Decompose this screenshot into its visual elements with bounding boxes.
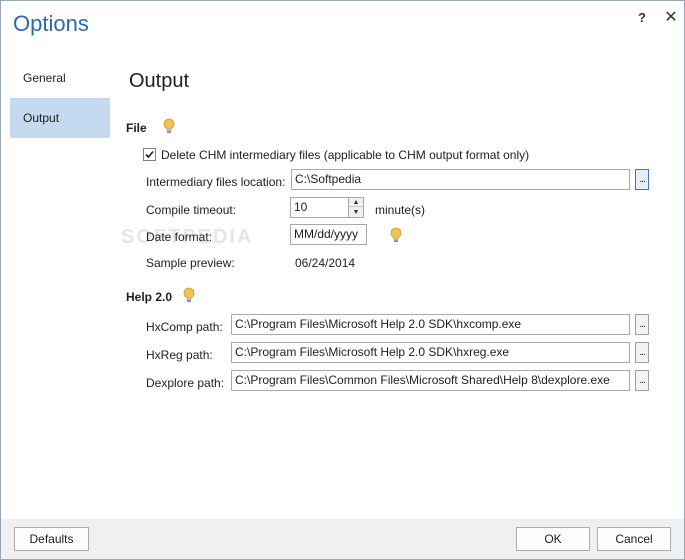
compile-timeout-label: Compile timeout:: [146, 203, 237, 217]
page-title: Output: [129, 70, 190, 92]
lightbulb-icon: [389, 227, 403, 243]
dialog-title: Options: [13, 11, 89, 36]
delete-chm-checkbox[interactable]: [143, 148, 156, 161]
dexplore-browse-button[interactable]: ...: [635, 370, 649, 391]
date-format-label: Date format:: [146, 230, 213, 244]
close-button[interactable]: ✕: [662, 9, 680, 27]
chevron-down-icon[interactable]: ▼: [349, 208, 363, 217]
sample-preview-value: 06/24/2014: [295, 256, 356, 270]
hxreg-browse-button[interactable]: ...: [635, 342, 649, 363]
cancel-button[interactable]: Cancel: [597, 527, 671, 551]
hxcomp-browse-button[interactable]: ...: [635, 314, 649, 335]
options-dialog: Options ? ✕ General Output Output File D…: [0, 0, 685, 560]
lightbulb-icon: [162, 118, 176, 134]
help-button[interactable]: ?: [633, 9, 651, 27]
date-format-input[interactable]: MM/dd/yyyy: [290, 224, 367, 245]
defaults-button[interactable]: Defaults: [14, 527, 89, 551]
sample-preview-label: Sample preview:: [146, 256, 235, 270]
checkmark-icon: [145, 150, 154, 159]
intermediary-location-label: Intermediary files location:: [146, 175, 286, 189]
dexplore-path-label: Dexplore path:: [146, 376, 225, 390]
intermediary-location-input[interactable]: C:\Softpedia: [291, 169, 630, 190]
dialog-footer: Defaults OK Cancel: [1, 519, 684, 559]
intermediary-browse-button[interactable]: ...: [635, 169, 649, 190]
sidebar: General Output: [10, 58, 110, 138]
hxcomp-path-input[interactable]: C:\Program Files\Microsoft Help 2.0 SDK\…: [231, 314, 630, 335]
compile-timeout-unit: minute(s): [375, 203, 426, 217]
hxreg-path-input[interactable]: C:\Program Files\Microsoft Help 2.0 SDK\…: [231, 342, 630, 363]
ok-button[interactable]: OK: [516, 527, 590, 551]
dexplore-path-input[interactable]: C:\Program Files\Common Files\Microsoft …: [231, 370, 630, 391]
lightbulb-icon: [182, 287, 196, 303]
compile-timeout-stepper[interactable]: ▲ ▼: [348, 197, 364, 218]
delete-chm-label[interactable]: Delete CHM intermediary files (applicabl…: [161, 148, 529, 162]
compile-timeout-input[interactable]: 10: [290, 197, 349, 218]
sidebar-item-output[interactable]: Output: [10, 98, 110, 138]
help-section-label: Help 2.0: [126, 290, 173, 304]
sidebar-item-general[interactable]: General: [10, 58, 110, 98]
hxreg-path-label: HxReg path:: [146, 348, 213, 362]
chevron-up-icon[interactable]: ▲: [349, 198, 363, 207]
hxcomp-path-label: HxComp path:: [146, 320, 223, 334]
file-section-label: File: [126, 121, 147, 135]
